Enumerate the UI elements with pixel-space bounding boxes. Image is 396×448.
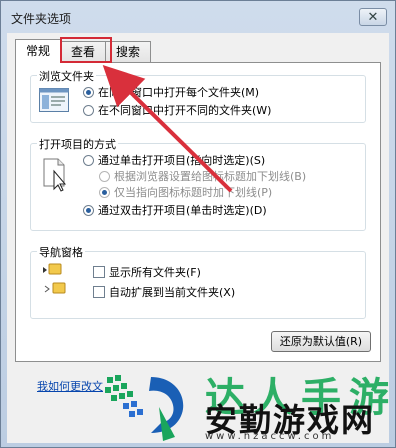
folder-options-window: 文件夹选项 ✕ 常规 查看 搜索 浏览文件夹 在同一窗口中打开每个文件夹(M) … <box>0 0 396 448</box>
annotation-arrow-icon <box>102 64 233 193</box>
